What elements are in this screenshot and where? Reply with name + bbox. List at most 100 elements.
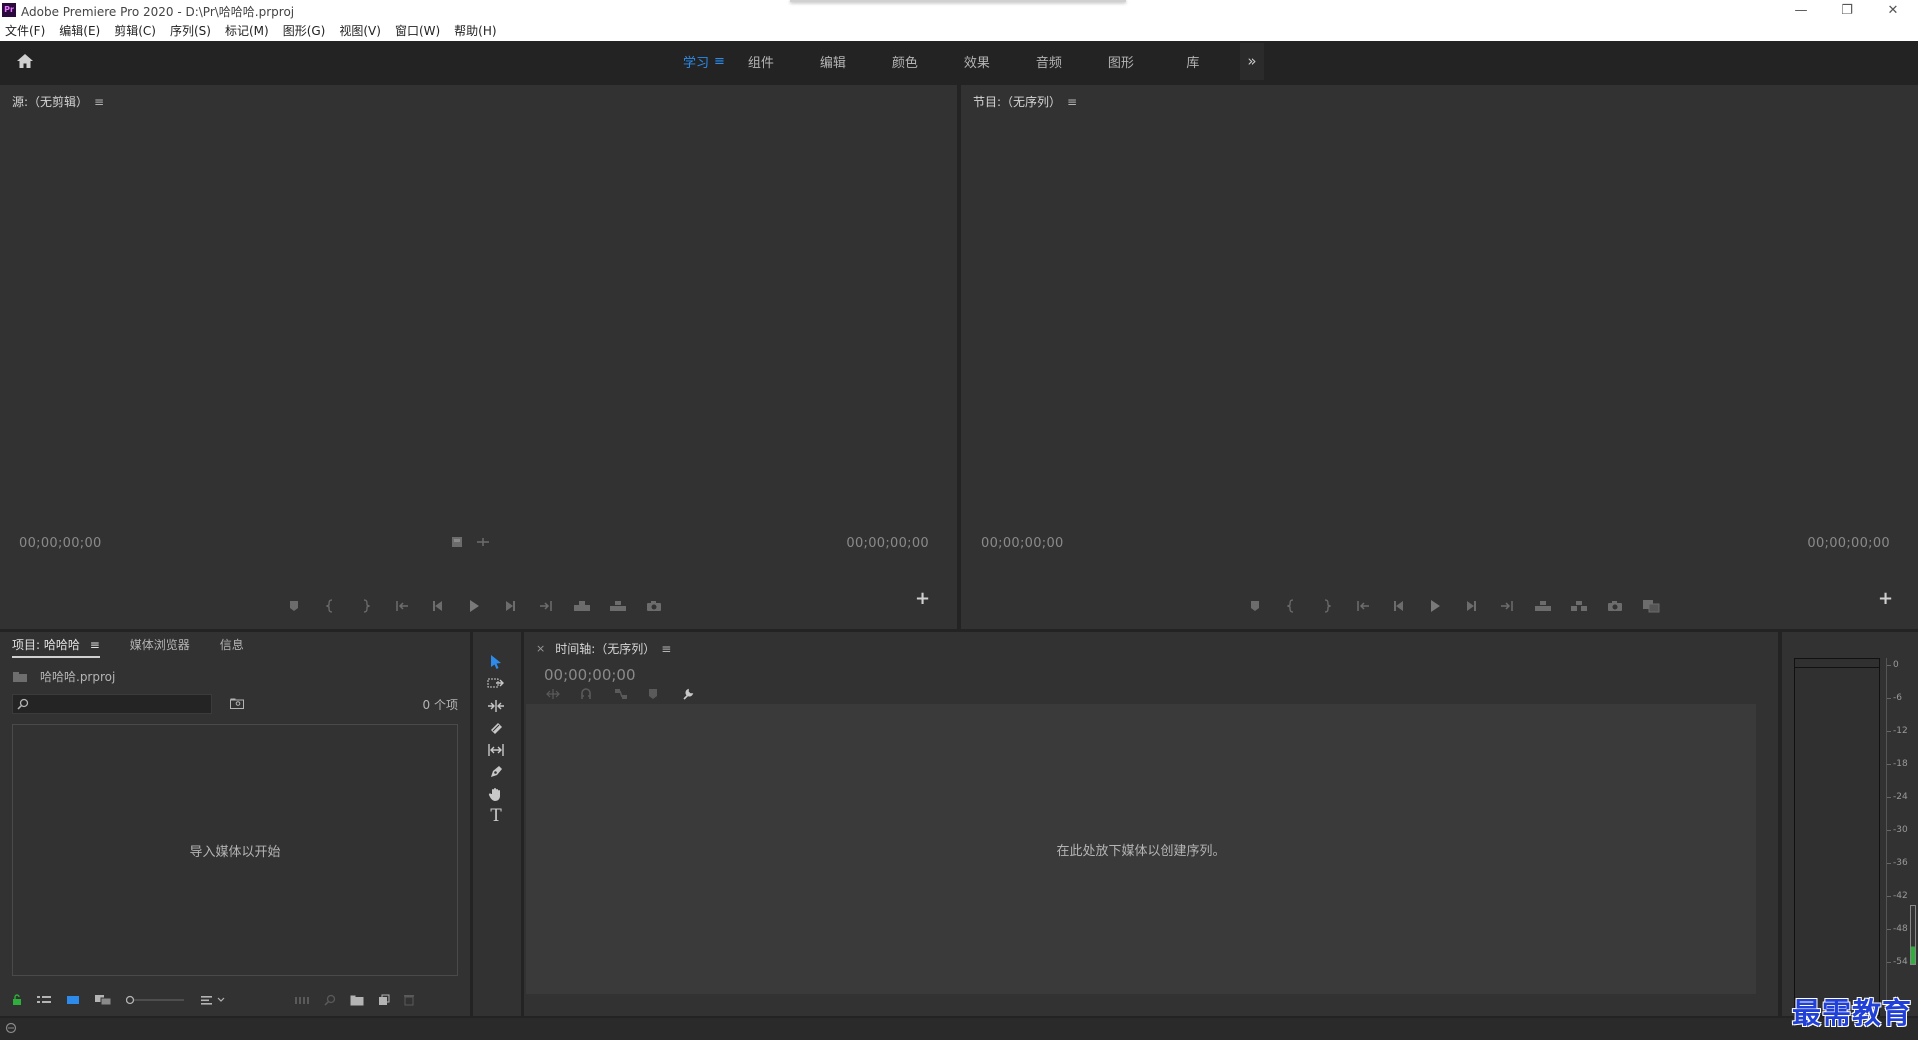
track-select-tool[interactable]: [483, 672, 509, 696]
restore-button[interactable]: ❐: [1824, 0, 1870, 20]
program-monitor-title[interactable]: 节目:（无序列）: [973, 93, 1061, 110]
freeform-view-icon[interactable]: [94, 994, 112, 1006]
panel-menu-icon[interactable]: ≡: [1067, 95, 1077, 109]
panel-menu-icon[interactable]: ≡: [661, 642, 671, 656]
clear-icon[interactable]: [404, 994, 414, 1006]
find-icon[interactable]: [324, 994, 336, 1006]
mark-out-icon[interactable]: [1309, 598, 1345, 614]
pen-tool[interactable]: [483, 760, 509, 784]
workspace-tab-assembly[interactable]: 组件: [725, 52, 797, 71]
selection-tool[interactable]: [483, 650, 509, 674]
lock-icon[interactable]: [12, 994, 22, 1006]
meter-tick: -48: [1887, 924, 1908, 934]
export-frame-icon[interactable]: [636, 598, 672, 614]
timeline-panel: × 时间轴:（无序列） ≡ 00;00;00;00 在此处放下媒体以创建序列。: [524, 632, 1778, 1016]
insert-icon[interactable]: [564, 598, 600, 614]
add-marker-icon[interactable]: [276, 598, 312, 614]
workspace-tab-graphics[interactable]: 图形: [1085, 52, 1157, 71]
workspace-tab-audio[interactable]: 音频: [1013, 52, 1085, 71]
insert-overlay-icon[interactable]: [470, 534, 496, 550]
menu-view[interactable]: 视图(V): [339, 22, 381, 39]
workspace-tab-effects[interactable]: 效果: [941, 52, 1013, 71]
menu-window[interactable]: 窗口(W): [395, 22, 440, 39]
go-to-in-icon[interactable]: [384, 598, 420, 614]
panel-menu-icon[interactable]: ≡: [94, 95, 104, 109]
timeline-tools: [546, 688, 716, 700]
sort-icon[interactable]: [200, 994, 226, 1006]
menu-clip[interactable]: 剪辑(C): [114, 22, 156, 39]
comparison-view-icon[interactable]: [1633, 598, 1669, 614]
window-title: Adobe Premiere Pro 2020 - D:\Pr\哈哈哈.prpr…: [21, 5, 295, 19]
razor-tool[interactable]: [483, 716, 509, 740]
mark-in-icon[interactable]: [1273, 598, 1309, 614]
more-workspaces-button[interactable]: »: [1240, 43, 1264, 80]
project-media-area[interactable]: 导入媒体以开始: [12, 724, 458, 976]
source-monitor-header: 源:（无剪辑） ≡: [12, 93, 104, 110]
new-item-icon[interactable]: [378, 994, 390, 1006]
home-icon: [17, 54, 33, 68]
new-bin-icon[interactable]: [350, 995, 364, 1006]
meter-tick: -12: [1887, 726, 1908, 736]
workspace-tab-color[interactable]: 颜色: [869, 52, 941, 71]
step-back-icon[interactable]: [420, 598, 456, 614]
timeline-title[interactable]: 时间轴:（无序列）: [555, 640, 655, 657]
play-icon[interactable]: [1417, 598, 1453, 614]
audio-level-indicator: [1910, 905, 1916, 965]
program-playhead-timecode[interactable]: 00;00;00;00: [981, 536, 1064, 551]
lift-icon[interactable]: [1525, 598, 1561, 614]
add-marker-icon[interactable]: [648, 688, 682, 700]
zoom-slider[interactable]: [126, 995, 186, 1005]
source-playhead-timecode[interactable]: 00;00;00;00: [19, 536, 102, 551]
tab-info[interactable]: 信息: [220, 636, 244, 658]
play-icon[interactable]: [456, 598, 492, 614]
workspace-tab-editing[interactable]: 编辑: [797, 52, 869, 71]
export-frame-icon[interactable]: [1597, 598, 1633, 614]
close-timeline-icon[interactable]: ×: [536, 642, 545, 655]
hand-tool[interactable]: [483, 782, 509, 806]
new-search-bin-button[interactable]: [230, 698, 244, 712]
close-button[interactable]: ✕: [1870, 0, 1916, 20]
import-media-hint: 导入媒体以开始: [189, 844, 281, 860]
go-to-out-icon[interactable]: [528, 598, 564, 614]
step-forward-icon[interactable]: [492, 598, 528, 614]
panel-menu-icon[interactable]: ≡: [90, 638, 100, 652]
go-to-in-icon[interactable]: [1345, 598, 1381, 614]
tab-media-browser[interactable]: 媒体浏览器: [130, 636, 190, 658]
linked-selection-icon[interactable]: [614, 688, 648, 700]
list-view-icon[interactable]: [36, 994, 52, 1006]
step-forward-icon[interactable]: [1453, 598, 1489, 614]
slip-tool[interactable]: [483, 738, 509, 762]
button-editor-add-button[interactable]: +: [915, 588, 930, 609]
tab-project[interactable]: 项目: 哈哈哈 ≡: [12, 636, 100, 658]
workspace-tab-libraries[interactable]: 库: [1157, 52, 1229, 71]
project-search-input[interactable]: [12, 694, 212, 714]
home-button[interactable]: [14, 51, 36, 71]
menu-help[interactable]: 帮助(H): [454, 22, 496, 39]
ripple-edit-tool[interactable]: [483, 694, 509, 718]
timeline-settings-icon[interactable]: [682, 688, 716, 700]
type-tool[interactable]: T: [483, 804, 509, 828]
menu-markers[interactable]: 标记(M): [225, 22, 269, 39]
automate-to-sequence-icon[interactable]: [294, 995, 310, 1005]
menu-graphics[interactable]: 图形(G): [283, 22, 326, 39]
drop-frame-icon[interactable]: [444, 534, 470, 550]
insert-overwrite-sequence-icon[interactable]: [546, 688, 580, 700]
menu-edit[interactable]: 编辑(E): [59, 22, 100, 39]
go-to-out-icon[interactable]: [1489, 598, 1525, 614]
snap-icon[interactable]: [580, 688, 614, 700]
mark-out-icon[interactable]: [348, 598, 384, 614]
step-back-icon[interactable]: [1381, 598, 1417, 614]
button-editor-add-button[interactable]: +: [1878, 588, 1893, 609]
extract-icon[interactable]: [1561, 598, 1597, 614]
workspace-menu-icon[interactable]: ≡: [714, 54, 725, 69]
minimize-button[interactable]: —: [1778, 0, 1824, 20]
menu-file[interactable]: 文件(F): [5, 22, 45, 39]
timeline-drop-area[interactable]: 在此处放下媒体以创建序列。: [526, 704, 1756, 994]
mark-in-icon[interactable]: [312, 598, 348, 614]
add-marker-icon[interactable]: [1237, 598, 1273, 614]
timeline-playhead-timecode[interactable]: 00;00;00;00: [544, 666, 636, 684]
source-monitor-title[interactable]: 源:（无剪辑）: [12, 93, 88, 110]
overwrite-icon[interactable]: [600, 598, 636, 614]
menu-sequence[interactable]: 序列(S): [170, 22, 211, 39]
icon-view-icon[interactable]: [66, 994, 80, 1006]
